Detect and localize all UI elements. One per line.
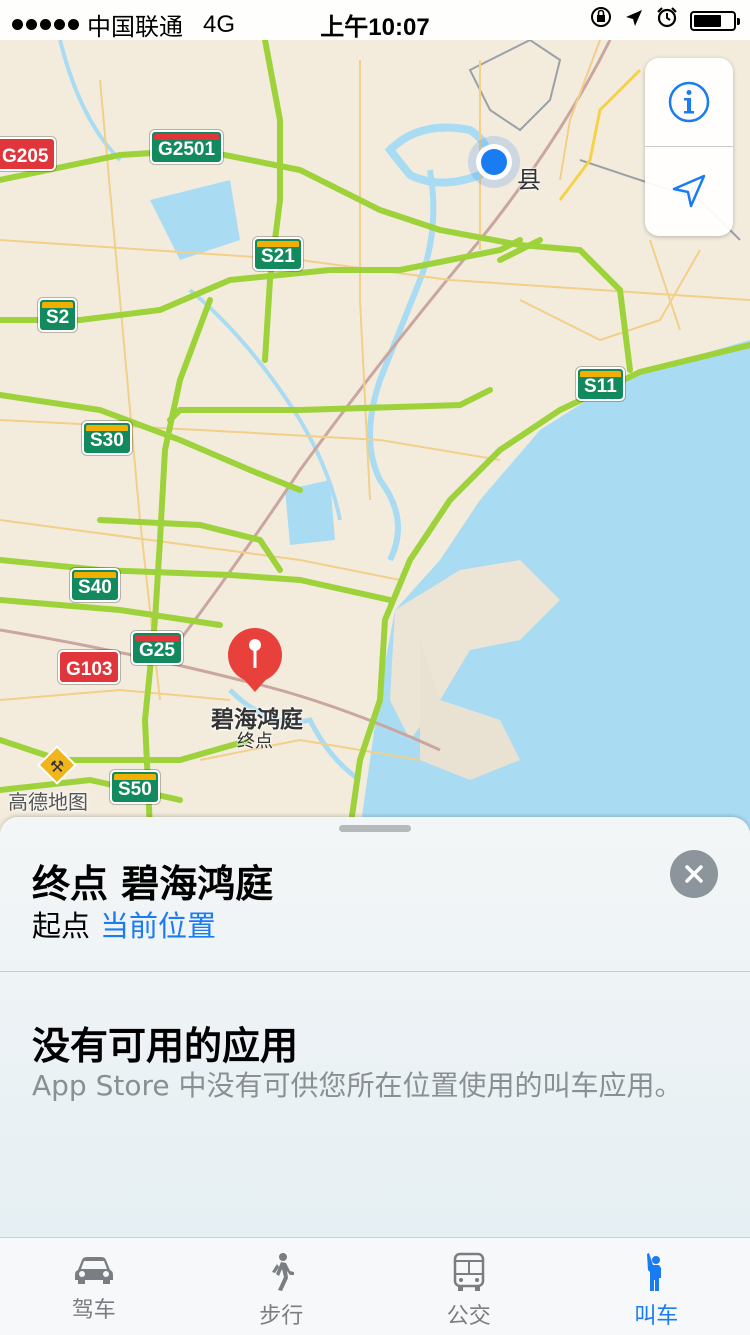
map-controls: [645, 58, 733, 236]
tab-ride[interactable]: 叫车: [563, 1238, 750, 1335]
tab-transit[interactable]: 公交: [375, 1238, 563, 1335]
tab-drive-label: 驾车: [72, 1292, 116, 1324]
location-services-icon: [624, 7, 644, 35]
svg-text:⚒: ⚒: [50, 757, 64, 776]
info-icon: [667, 80, 711, 124]
no-app-description: App Store 中没有可供您所在位置使用的叫车应用。: [32, 1065, 692, 1107]
map-canvas: ⚒: [0, 0, 750, 830]
tab-transit-label: 公交: [447, 1298, 491, 1330]
road-shield-s40: S40: [70, 568, 120, 602]
road-shield-g103: G103: [58, 650, 120, 684]
map-watermark: 高德地图: [8, 786, 88, 815]
road-shield-g205: G205: [0, 137, 56, 171]
transport-tab-bar: 驾车 步行 公交 叫车: [0, 1237, 750, 1335]
car-icon: [72, 1252, 116, 1286]
road-shield-g25: G25: [131, 631, 183, 665]
hail-icon: [639, 1252, 673, 1292]
tab-drive[interactable]: 驾车: [0, 1238, 188, 1335]
close-icon: [683, 863, 705, 885]
road-shield-s30: S30: [82, 421, 132, 455]
ride-panel: 终点 碧海鸿庭 起点当前位置 没有可用的应用 App Store 中没有可供您所…: [0, 817, 750, 1237]
tab-walk-label: 步行: [259, 1298, 303, 1330]
map-view[interactable]: ⚒ G205 G2501 S21 S2 S11 S30 S40 G25 G103…: [0, 0, 750, 830]
tab-walk[interactable]: 步行: [188, 1238, 376, 1335]
road-shield-s50: S50: [110, 770, 160, 804]
origin-prefix: 起点: [32, 909, 90, 943]
bus-icon: [452, 1252, 486, 1292]
road-shield-s21: S21: [253, 237, 303, 271]
rotation-lock-icon: [590, 6, 612, 35]
info-button[interactable]: [645, 58, 733, 146]
locate-me-button[interactable]: [645, 147, 733, 235]
destination-sub-label: 终点: [237, 727, 273, 753]
road-shield-s11: S11: [576, 367, 625, 401]
road-shield-g2501: G2501: [150, 130, 223, 164]
alarm-icon: [656, 6, 678, 35]
county-label: 县: [517, 160, 541, 195]
origin-current-location-link[interactable]: 当前位置: [100, 909, 216, 943]
status-bar: 中国联通 4G 上午10:07: [0, 0, 750, 40]
location-arrow-icon: [669, 171, 709, 211]
tab-ride-label: 叫车: [634, 1298, 678, 1330]
no-app-title: 没有可用的应用: [32, 1015, 298, 1070]
walk-icon: [264, 1252, 298, 1292]
battery-icon: [690, 11, 736, 31]
destination-title: 终点 碧海鸿庭: [32, 853, 273, 908]
panel-grabber[interactable]: [339, 825, 411, 832]
divider: [0, 971, 750, 972]
road-shield-s2: S2: [38, 298, 77, 332]
origin-line: 起点当前位置: [32, 903, 216, 945]
close-button[interactable]: [670, 850, 718, 898]
